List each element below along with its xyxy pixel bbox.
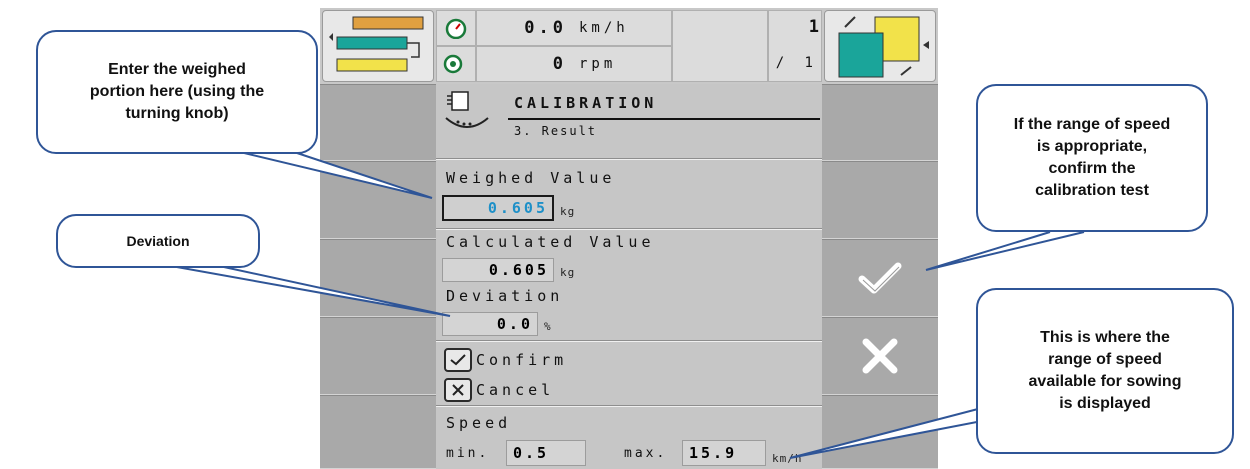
- callout-deviation: Deviation: [56, 214, 260, 268]
- callout-text-line: confirm the: [1048, 160, 1136, 177]
- callout-speed-range: This is where the range of speed availab…: [976, 288, 1234, 454]
- callout-text-line: calibration test: [1035, 182, 1149, 199]
- callout-text-line: is displayed: [1059, 395, 1151, 412]
- callout-text-line: turning knob): [125, 105, 229, 122]
- callout-text-line: Enter the weighed: [108, 61, 246, 78]
- callout-confirm: If the range of speed is appropriate, co…: [976, 84, 1208, 232]
- callout-weighed-value: Enter the weighed portion here (using th…: [36, 30, 318, 154]
- callout-text-line: available for sowing: [1028, 373, 1182, 390]
- callout-text-line: This is where the: [1040, 329, 1170, 346]
- callout-text-line: is appropriate,: [1036, 138, 1148, 155]
- callout-text-line: Deviation: [126, 233, 190, 249]
- callout-text-line: If the range of speed: [1013, 116, 1171, 133]
- callout-text-line: portion here (using the: [89, 83, 265, 100]
- callout-text-line: range of speed: [1048, 351, 1162, 368]
